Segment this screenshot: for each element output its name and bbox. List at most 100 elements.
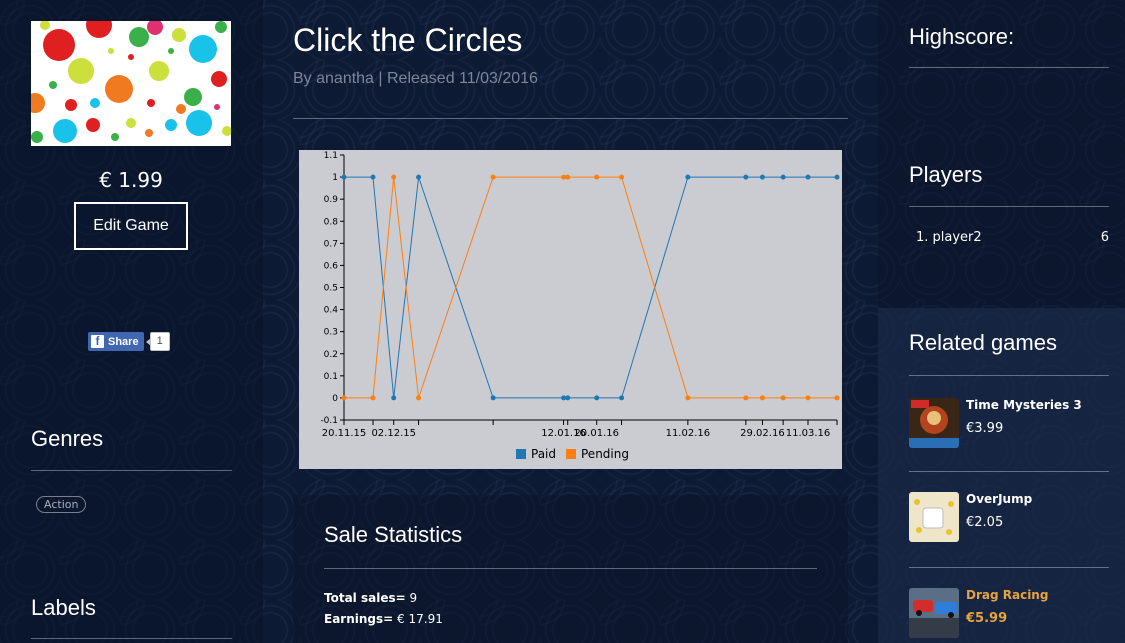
x-tick-label: 20.01.16 [574, 428, 619, 439]
time-mysteries-thumbnail [909, 398, 959, 448]
data-point-pending [685, 395, 691, 401]
overjump-thumbnail [909, 492, 959, 542]
series-line-paid [344, 176, 837, 399]
divider [909, 206, 1109, 207]
y-tick-label: 0.2 [324, 350, 338, 360]
related-games-panel: Related games Time Mysteries 3 €3.99 Ove… [878, 308, 1125, 643]
earnings-value: € 17.91 [397, 612, 443, 626]
x-tick-label: 11.03.16 [786, 428, 831, 439]
share-button[interactable]: f Share [88, 332, 144, 351]
data-point-paid [594, 395, 600, 401]
y-tick-label: -0.1 [320, 416, 338, 426]
right-sidebar: Highscore: Players 1. player2 6 Related … [878, 0, 1125, 643]
divider [909, 67, 1109, 68]
legend-label: Paid [531, 447, 556, 461]
y-tick-label: 1.1 [324, 151, 338, 161]
data-point-paid [780, 174, 786, 180]
data-point-pending [490, 174, 496, 180]
player-score: 6 [1100, 230, 1109, 245]
y-tick-label: 0.4 [324, 306, 339, 316]
left-sidebar: € 1.99 Edit Game f Share 1 Genres Action… [0, 0, 263, 643]
data-point-pending [759, 395, 765, 401]
y-tick-label: 0.5 [324, 284, 338, 294]
data-point-pending [341, 395, 347, 401]
data-point-paid [743, 174, 749, 180]
divider [324, 568, 817, 569]
legend-swatch-paid [516, 449, 526, 459]
data-point-pending [391, 174, 397, 180]
divider [31, 470, 232, 471]
edit-game-button[interactable]: Edit Game [74, 202, 188, 250]
data-point-pending [780, 395, 786, 401]
divider [909, 567, 1109, 568]
genres-heading: Genres [31, 426, 104, 451]
data-point-paid [565, 395, 571, 401]
related-game-item[interactable]: Drag Racing €5.99 [909, 588, 1109, 642]
data-point-pending [619, 174, 625, 180]
game-byline: By anantha | Released 11/03/2016 [293, 70, 538, 87]
game-price: € 1.99 [99, 168, 163, 192]
data-point-paid [619, 395, 625, 401]
related-game-item[interactable]: Time Mysteries 3 €3.99 [909, 398, 1109, 452]
data-point-pending [565, 174, 571, 180]
drag-racing-thumbnail [909, 588, 959, 638]
total-sales-value: 9 [409, 591, 418, 605]
related-game-price: €5.99 [966, 611, 1008, 626]
data-point-pending [370, 395, 376, 401]
data-point-paid [759, 174, 765, 180]
player-row: 1. player2 6 [916, 230, 1109, 245]
sale-statistics-panel: Sale Statistics Total sales= 9 Earnings=… [293, 495, 848, 643]
facebook-share[interactable]: f Share 1 [88, 332, 170, 351]
divider [31, 638, 232, 639]
players-heading: Players [909, 162, 983, 187]
game-thumbnail[interactable] [31, 21, 231, 146]
share-label: Share [108, 335, 139, 348]
x-tick-label: 11.02.16 [666, 428, 711, 439]
y-tick-label: 0 [332, 394, 338, 404]
related-game-name: OverJump [966, 492, 1033, 506]
x-tick-label: 20.11.15 [322, 428, 367, 439]
legend-label: Pending [581, 447, 629, 461]
y-tick-label: 0.1 [324, 372, 338, 382]
facebook-icon: f [91, 335, 104, 348]
data-point-pending [834, 395, 840, 401]
y-tick-label: 0.9 [324, 195, 339, 205]
share-count: 1 [145, 332, 170, 351]
sales-chart: 1.1 1 0.9 0.8 0.7 0.6 0.5 0.4 0.3 0.2 0.1 0 -0.1 20.1… [299, 150, 842, 469]
data-point-paid [834, 174, 840, 180]
earnings-label: Earnings= [324, 612, 394, 626]
data-point-pending [416, 395, 422, 401]
related-game-name: Drag Racing [966, 588, 1049, 602]
highscore-heading: Highscore: [909, 24, 1015, 49]
total-sales: Total sales= 9 [324, 591, 417, 605]
data-point-paid [805, 174, 811, 180]
related-games-heading: Related games [909, 330, 1057, 355]
sale-statistics-heading: Sale Statistics [324, 522, 463, 547]
data-point-paid [341, 174, 347, 180]
series-line-pending [344, 176, 837, 399]
related-game-item[interactable]: OverJump €2.05 [909, 492, 1109, 546]
x-tick-label: 29.02.16 [740, 428, 785, 439]
related-game-price: €2.05 [966, 515, 1004, 530]
data-point-paid [490, 395, 496, 401]
y-tick-label: 0.8 [324, 217, 339, 227]
data-point-pending [594, 174, 600, 180]
earnings: Earnings= € 17.91 [324, 612, 443, 626]
divider [909, 471, 1109, 472]
genre-tag[interactable]: Action [36, 496, 87, 513]
legend-swatch-pending [566, 449, 576, 459]
data-point-paid [370, 174, 376, 180]
total-sales-label: Total sales= [324, 591, 406, 605]
page-title: Click the Circles [293, 22, 523, 58]
data-point-paid [416, 174, 422, 180]
related-game-price: €3.99 [966, 421, 1004, 436]
y-tick-label: 1 [332, 173, 338, 183]
data-point-paid [685, 174, 691, 180]
y-tick-label: 0.3 [324, 328, 338, 338]
related-game-name: Time Mysteries 3 [966, 398, 1082, 412]
sales-chart-svg: 1.1 1 0.9 0.8 0.7 0.6 0.5 0.4 0.3 0.2 0.1 0 -0.1 20.1… [320, 151, 840, 461]
data-point-paid [391, 395, 397, 401]
y-tick-label: 0.7 [324, 239, 338, 249]
main-content: Click the Circles By anantha | Released … [263, 0, 878, 643]
player-name: 1. player2 [916, 230, 982, 245]
